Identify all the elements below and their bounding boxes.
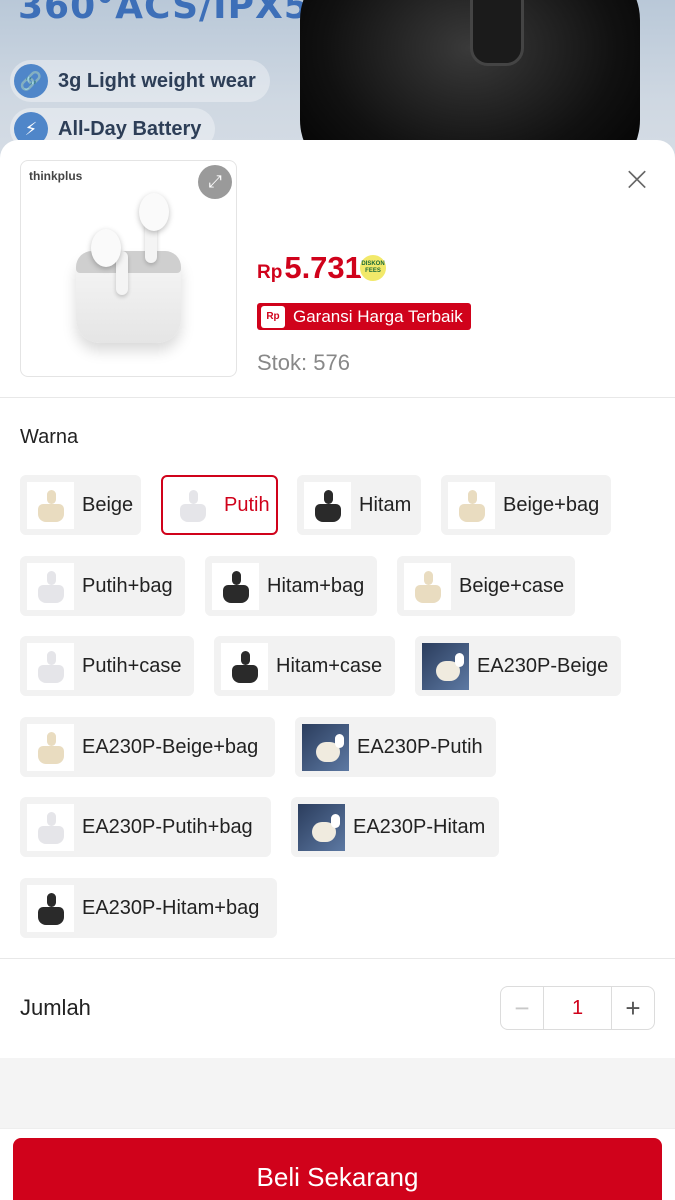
variant-option-putih-case[interactable]: Putih+case bbox=[20, 636, 194, 696]
variant-label: EA230P-Beige bbox=[477, 654, 609, 677]
close-icon[interactable]: × bbox=[620, 162, 654, 196]
variant-option-ea230p-beige[interactable]: EA230P-Beige bbox=[415, 636, 621, 696]
variant-thumbnail bbox=[27, 884, 74, 932]
variant-thumbnail bbox=[27, 803, 74, 851]
variant-label: Beige bbox=[82, 493, 134, 516]
variant-thumbnail bbox=[302, 723, 349, 771]
variant-label: EA230P-Hitam+bag bbox=[82, 896, 260, 919]
buy-now-button[interactable]: Beli Sekarang bbox=[13, 1138, 662, 1200]
guarantee-icon: Rp bbox=[261, 305, 285, 328]
variant-option-ea230p-putih-bag[interactable]: EA230P-Putih+bag bbox=[20, 797, 271, 857]
variant-label: EA230P-Putih+bag bbox=[82, 815, 253, 838]
product-price: Rp 5.731 bbox=[257, 250, 362, 286]
variant-option-hitam[interactable]: Hitam bbox=[297, 475, 421, 535]
banner-feature-label: 3g Light weight wear bbox=[58, 69, 256, 92]
variant-thumbnail bbox=[404, 562, 451, 610]
decrement-button[interactable]: − bbox=[501, 987, 544, 1029]
expand-icon[interactable]: ⤢ bbox=[198, 165, 232, 199]
increment-button[interactable]: + bbox=[611, 987, 654, 1029]
variant-label: Putih+bag bbox=[82, 574, 173, 597]
variant-thumbnail bbox=[422, 642, 469, 690]
variant-option-ea230p-hitam-bag[interactable]: EA230P-Hitam+bag bbox=[20, 878, 277, 938]
variant-option-putih[interactable]: Putih bbox=[161, 475, 278, 535]
variant-section-label: Warna bbox=[20, 426, 79, 448]
variant-option-putih-bag[interactable]: Putih+bag bbox=[20, 556, 185, 616]
variant-option-beige[interactable]: Beige bbox=[20, 475, 141, 535]
variant-label: Hitam+case bbox=[276, 654, 383, 677]
variant-option-hitam-bag[interactable]: Hitam+bag bbox=[205, 556, 377, 616]
variant-selector-sheet: thinkplus ⤢ Rp 5.731 DISKON FEES Rp Gara… bbox=[0, 140, 675, 1200]
variant-option-hitam-case[interactable]: Hitam+case bbox=[214, 636, 395, 696]
quantity-stepper: − 1 + bbox=[500, 986, 655, 1030]
variant-option-ea230p-beige-bag[interactable]: EA230P-Beige+bag bbox=[20, 717, 275, 777]
product-thumbnail[interactable]: thinkplus ⤢ bbox=[20, 160, 237, 377]
variant-option-beige-bag[interactable]: Beige+bag bbox=[441, 475, 611, 535]
variant-label: EA230P-Beige+bag bbox=[82, 735, 259, 758]
spacer bbox=[0, 1058, 675, 1128]
variant-label: Putih+case bbox=[82, 654, 182, 677]
variant-label: EA230P-Hitam bbox=[353, 815, 486, 838]
banner-heading: 360°ACS/IPX5 bbox=[18, 0, 310, 27]
banner-feature-weight: 🔗 3g Light weight wear bbox=[10, 60, 270, 102]
variant-label: Hitam+bag bbox=[267, 574, 365, 597]
earbud-right bbox=[139, 193, 169, 231]
variant-thumbnail bbox=[169, 481, 216, 529]
variant-label: Beige+bag bbox=[503, 493, 600, 516]
guarantee-label: Garansi Harga Terbaik bbox=[293, 306, 463, 326]
variant-option-ea230p-putih[interactable]: EA230P-Putih bbox=[295, 717, 496, 777]
price-guarantee-badge: Rp Garansi Harga Terbaik bbox=[257, 303, 471, 330]
link-icon: 🔗 bbox=[14, 64, 48, 98]
variant-thumbnail bbox=[221, 642, 268, 690]
variant-option-ea230p-hitam[interactable]: EA230P-Hitam bbox=[291, 797, 499, 857]
earbud-left bbox=[91, 229, 121, 267]
price-amount: 5.731 bbox=[284, 250, 362, 285]
quantity-label: Jumlah bbox=[20, 995, 91, 1020]
variant-label: Beige+case bbox=[459, 574, 565, 597]
variant-thumbnail bbox=[27, 562, 74, 610]
variant-thumbnail bbox=[27, 642, 74, 690]
discount-badge: DISKON FEES bbox=[358, 253, 388, 283]
variant-option-beige-case[interactable]: Beige+case bbox=[397, 556, 575, 616]
variant-thumbnail bbox=[304, 481, 351, 529]
price-currency: Rp bbox=[257, 262, 283, 283]
stock-label: Stok: 576 bbox=[257, 350, 350, 375]
variant-label: Hitam bbox=[359, 493, 412, 516]
variant-label: EA230P-Putih bbox=[357, 735, 483, 758]
brand-logo: thinkplus bbox=[29, 169, 83, 183]
variant-thumbnail bbox=[27, 481, 74, 529]
variant-thumbnail bbox=[27, 723, 74, 771]
variant-thumbnail bbox=[212, 562, 259, 610]
divider bbox=[0, 958, 675, 959]
variant-thumbnail bbox=[298, 803, 345, 851]
quantity-input[interactable]: 1 bbox=[544, 987, 611, 1029]
divider bbox=[0, 397, 675, 398]
variant-thumbnail bbox=[448, 481, 495, 529]
variant-label: Putih bbox=[224, 493, 270, 516]
banner-feature-label: All-Day Battery bbox=[58, 117, 202, 140]
